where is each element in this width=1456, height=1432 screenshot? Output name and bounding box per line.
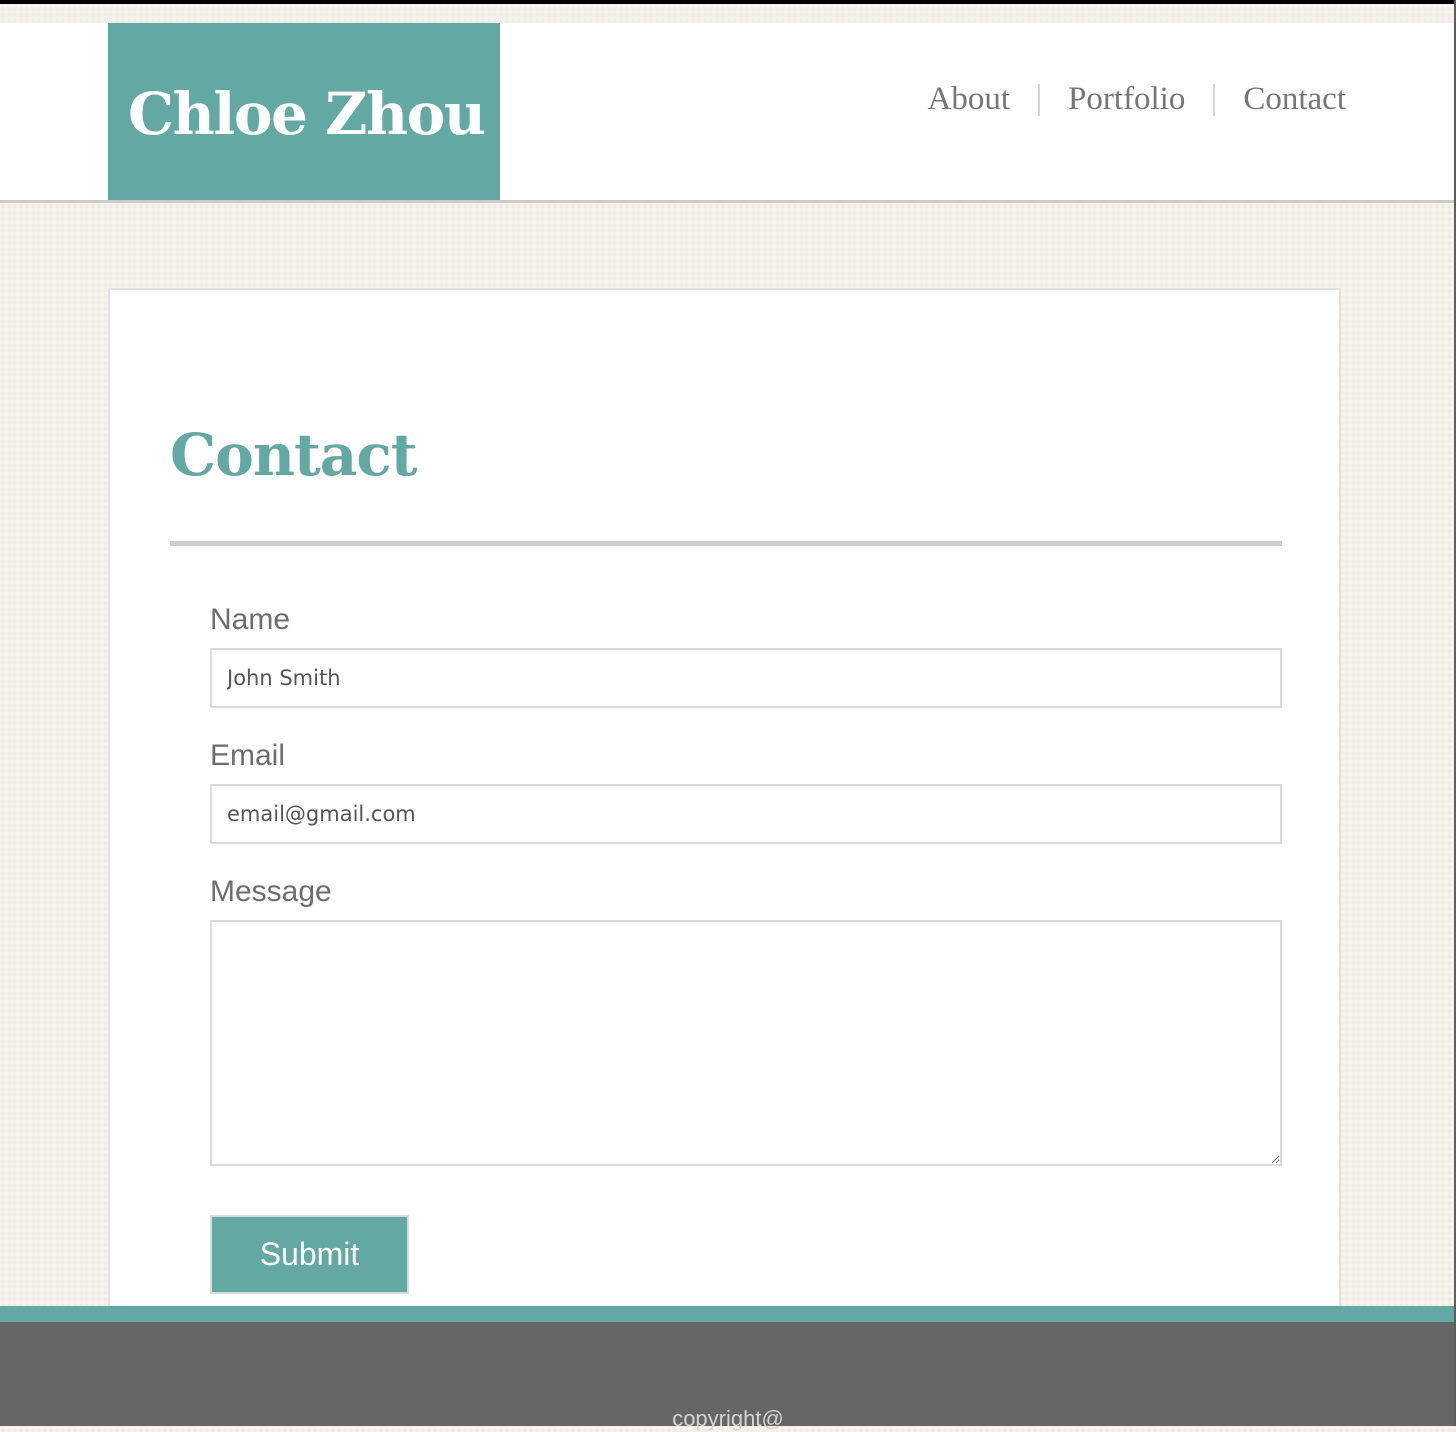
site-footer: copyright@	[0, 1306, 1456, 1431]
contact-card: Contact Name Email Message Submit	[108, 288, 1341, 1348]
nav-link-about[interactable]: About	[928, 81, 1011, 118]
title-divider	[170, 541, 1282, 546]
page-title: Contact	[170, 421, 417, 489]
name-label: Name	[210, 603, 291, 636]
name-input[interactable]	[210, 648, 1282, 708]
logo-text: Chloe Zhou	[128, 80, 486, 148]
window-top-border	[0, 0, 1456, 4]
logo-block[interactable]: Chloe Zhou	[108, 23, 500, 200]
email-label: Email	[210, 739, 286, 772]
main-nav: About Portfolio Contact	[928, 81, 1347, 118]
message-textarea[interactable]	[210, 920, 1282, 1166]
nav-link-contact[interactable]: Contact	[1243, 81, 1346, 118]
copyright-text: copyright@	[672, 1406, 784, 1431]
nav-separator	[1038, 83, 1040, 116]
nav-separator	[1213, 83, 1216, 116]
email-input[interactable]	[210, 784, 1282, 844]
submit-button[interactable]: Submit	[210, 1215, 409, 1294]
message-label: Message	[210, 875, 332, 908]
site-header: Chloe Zhou About Portfolio Contact	[0, 23, 1456, 203]
nav-link-portfolio[interactable]: Portfolio	[1068, 81, 1185, 118]
